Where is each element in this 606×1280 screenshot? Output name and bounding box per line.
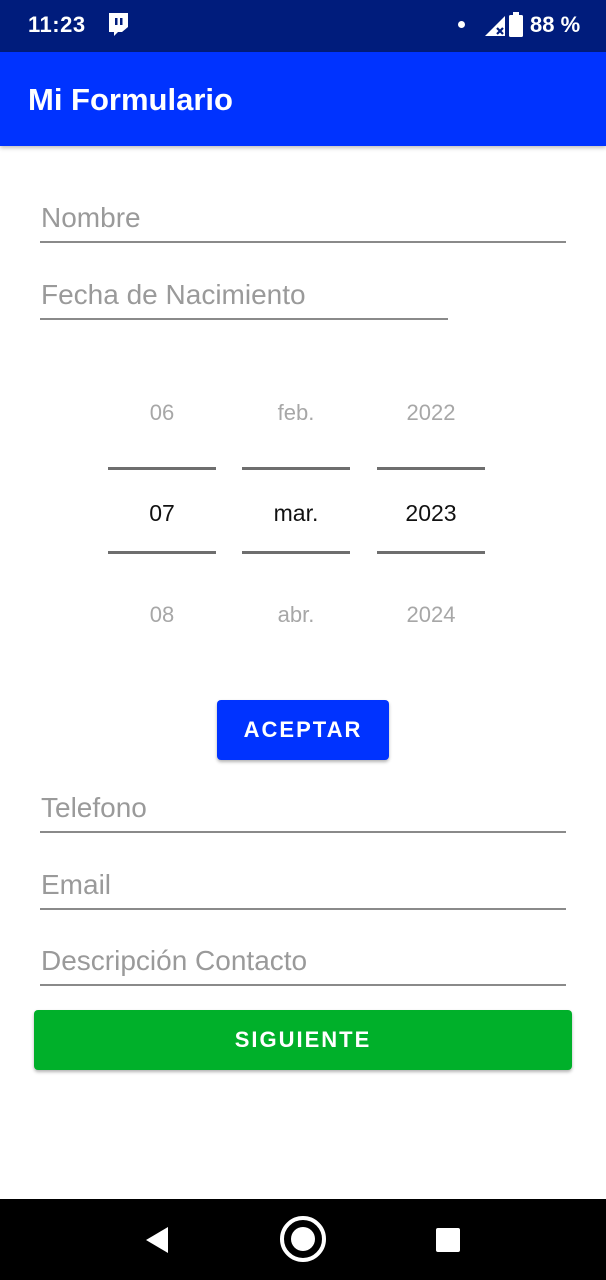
recent-apps-icon[interactable] bbox=[436, 1228, 460, 1252]
picker-divider bbox=[377, 467, 485, 470]
siguiente-button[interactable]: SIGUIENTE bbox=[34, 1010, 572, 1070]
app-title: Mi Formulario bbox=[28, 82, 233, 117]
picker-divider bbox=[108, 467, 216, 470]
telefono-field[interactable]: Telefono bbox=[40, 787, 566, 833]
battery-icon bbox=[509, 12, 523, 37]
app-bar: Mi Formulario bbox=[0, 52, 606, 146]
battery-percentage: 88 % bbox=[530, 12, 581, 37]
descripcion-field[interactable]: Descripción Contacto bbox=[40, 940, 566, 986]
year-selected[interactable]: 2023 bbox=[377, 500, 485, 527]
fecha-nacimiento-field[interactable]: Fecha de Nacimiento bbox=[40, 274, 448, 320]
back-icon[interactable] bbox=[144, 1225, 170, 1255]
nombre-placeholder: Nombre bbox=[41, 202, 141, 233]
month-prev[interactable]: feb. bbox=[242, 400, 350, 426]
email-placeholder: Email bbox=[41, 869, 112, 900]
day-picker[interactable]: 06 07 08 bbox=[108, 390, 216, 640]
month-next[interactable]: abr. bbox=[242, 602, 350, 628]
descripcion-placeholder: Descripción Contacto bbox=[41, 945, 308, 976]
signal-no-data-icon bbox=[485, 16, 505, 36]
twitch-icon bbox=[109, 13, 128, 36]
notification-dot-icon bbox=[458, 21, 465, 28]
status-bar: 11:23 88 % bbox=[0, 0, 606, 52]
day-next[interactable]: 08 bbox=[108, 602, 216, 628]
fecha-placeholder: Fecha de Nacimiento bbox=[41, 279, 306, 310]
picker-divider bbox=[108, 551, 216, 554]
home-icon[interactable] bbox=[279, 1215, 327, 1263]
nombre-field[interactable]: Nombre bbox=[40, 197, 566, 243]
picker-divider bbox=[377, 551, 485, 554]
aceptar-button[interactable]: ACEPTAR bbox=[217, 700, 389, 760]
day-selected[interactable]: 07 bbox=[108, 500, 216, 527]
year-picker[interactable]: 2022 2023 2024 bbox=[377, 390, 485, 640]
email-field[interactable]: Email bbox=[40, 864, 566, 910]
day-prev[interactable]: 06 bbox=[108, 400, 216, 426]
picker-divider bbox=[242, 551, 350, 554]
year-prev[interactable]: 2022 bbox=[377, 400, 485, 426]
status-time: 11:23 bbox=[28, 12, 86, 37]
month-selected[interactable]: mar. bbox=[242, 500, 350, 527]
navigation-bar bbox=[0, 1199, 606, 1280]
month-picker[interactable]: feb. mar. abr. bbox=[242, 390, 350, 640]
year-next[interactable]: 2024 bbox=[377, 602, 485, 628]
telefono-placeholder: Telefono bbox=[41, 792, 147, 823]
picker-divider bbox=[242, 467, 350, 470]
